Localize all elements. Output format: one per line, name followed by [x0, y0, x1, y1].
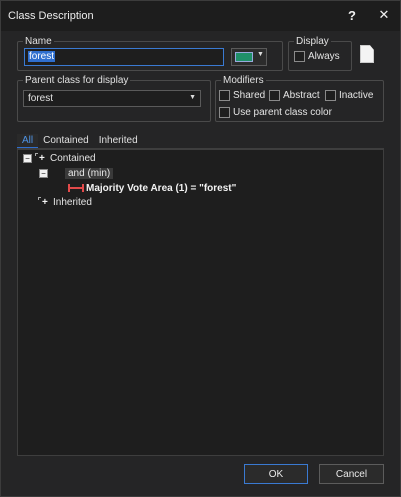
- rule-label: Majority Vote Area (1) = "forest": [86, 182, 237, 194]
- rule-icon: [68, 184, 84, 192]
- modifiers-group: Modifiers Shared Abstract Inactive Use p…: [215, 75, 384, 122]
- checkbox-box: [294, 51, 305, 62]
- checkbox-box: [219, 90, 230, 101]
- window-title: Class Description: [8, 10, 94, 22]
- display-group: Display Always: [288, 36, 352, 71]
- class-tree: − + Contained − and (min) Majority Vote …: [17, 149, 384, 456]
- color-picker-button[interactable]: ▼: [231, 48, 267, 66]
- checkbox-box: [269, 90, 280, 101]
- tab-contained[interactable]: Contained: [38, 134, 94, 149]
- contained-icon: +: [35, 152, 48, 164]
- use-parent-color-label: Use parent class color: [233, 107, 332, 118]
- chevron-down-icon: ▼: [189, 94, 196, 101]
- inherited-label: Inherited: [53, 196, 92, 208]
- tree-node-contained[interactable]: − + Contained: [23, 151, 96, 165]
- and-operator-label: and (min): [65, 167, 114, 179]
- inactive-checkbox[interactable]: Inactive: [325, 90, 373, 101]
- collapse-icon[interactable]: −: [23, 153, 32, 163]
- tab-bar: All Contained Inherited: [17, 134, 143, 149]
- tab-inherited[interactable]: Inherited: [94, 134, 143, 149]
- abstract-label: Abstract: [283, 90, 320, 101]
- checkbox-box: [219, 107, 230, 118]
- always-checkbox[interactable]: Always: [294, 51, 340, 62]
- title-bar: Class Description ? ✕: [1, 1, 400, 31]
- name-input[interactable]: forest: [24, 48, 224, 66]
- tree-node-and[interactable]: − and (min): [39, 166, 114, 180]
- modifiers-label: Modifiers: [221, 75, 266, 86]
- display-label: Display: [294, 36, 331, 47]
- parent-class-select[interactable]: forest ▼: [23, 90, 201, 107]
- parent-class-value: forest: [28, 93, 54, 104]
- document-icon[interactable]: [360, 45, 374, 63]
- shared-checkbox[interactable]: Shared: [219, 90, 265, 101]
- tree-node-inherited[interactable]: + Inherited: [35, 195, 92, 209]
- use-parent-color-checkbox[interactable]: Use parent class color: [219, 107, 332, 118]
- color-swatch: [235, 52, 253, 62]
- parent-class-label: Parent class for display: [23, 75, 131, 86]
- checkbox-box: [325, 90, 336, 101]
- chevron-down-icon: ▼: [257, 51, 264, 58]
- ok-button[interactable]: OK: [244, 464, 308, 484]
- abstract-checkbox[interactable]: Abstract: [269, 90, 320, 101]
- inactive-label: Inactive: [339, 90, 374, 101]
- name-value: forest: [28, 51, 56, 62]
- inherited-icon: +: [38, 196, 51, 208]
- class-description-dialog: Class Description ? ✕ Name forest ▼ Disp…: [0, 0, 401, 497]
- parent-class-group: Parent class for display forest ▼: [17, 75, 211, 122]
- collapse-icon[interactable]: −: [39, 168, 48, 178]
- contained-label: Contained: [50, 152, 96, 164]
- shared-label: Shared: [233, 90, 266, 101]
- name-label: Name: [23, 36, 54, 47]
- close-icon[interactable]: ✕: [373, 5, 395, 25]
- tab-all[interactable]: All: [17, 134, 39, 149]
- name-group: Name forest ▼: [17, 36, 283, 71]
- always-label: Always: [308, 51, 340, 62]
- cancel-button[interactable]: Cancel: [319, 464, 384, 484]
- help-icon[interactable]: ?: [341, 5, 363, 25]
- tree-node-rule[interactable]: Majority Vote Area (1) = "forest": [68, 181, 236, 195]
